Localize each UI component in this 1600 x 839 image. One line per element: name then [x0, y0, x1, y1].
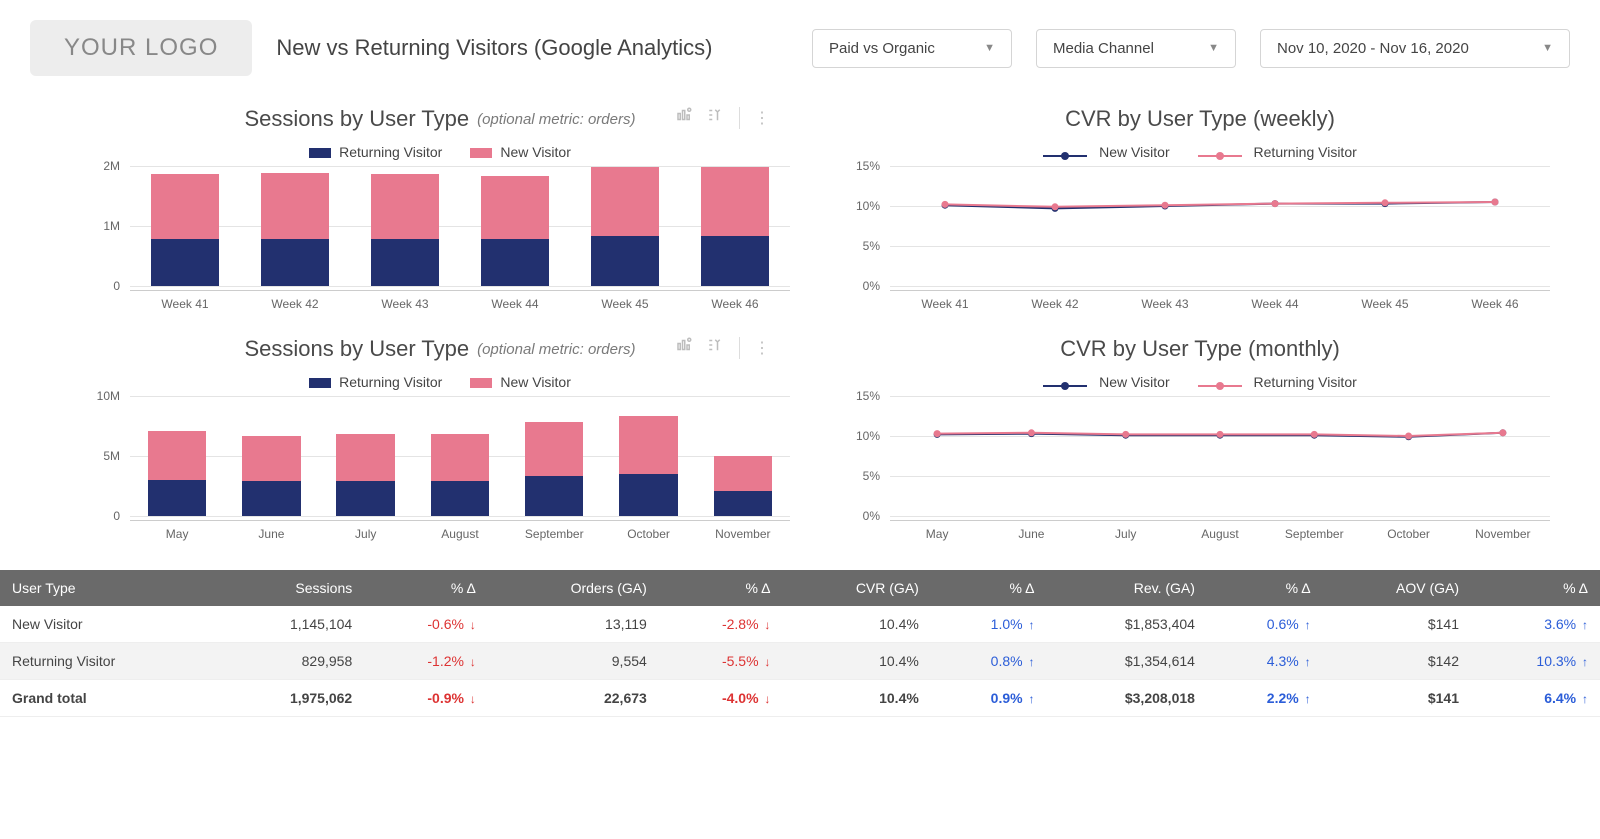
- bar: [336, 434, 394, 516]
- bar-chart-weekly: 01M2M Week 41Week 42Week 43Week 44Week 4…: [80, 166, 800, 316]
- chart-title: CVR by User Type (weekly): [1065, 106, 1335, 132]
- bar: [151, 174, 219, 286]
- table-header: CVR (GA): [782, 570, 930, 606]
- table-header: User Type: [0, 570, 217, 606]
- charts-grid: Sessions by User Type (optional metric: …: [0, 86, 1600, 556]
- chart-cvr-monthly: CVR by User Type (monthly) New Visitor R…: [820, 326, 1580, 556]
- table-header: Orders (GA): [488, 570, 659, 606]
- legend-new: New Visitor: [470, 144, 571, 160]
- bar-chart-monthly: 05M10M MayJuneJulyAugustSeptemberOctober…: [80, 396, 800, 546]
- header: YOUR LOGO New vs Returning Visitors (Goo…: [0, 0, 1600, 86]
- bar: [591, 167, 659, 286]
- separator: [739, 107, 740, 129]
- page-title: New vs Returning Visitors (Google Analyt…: [276, 35, 712, 61]
- legend-new-line: New Visitor: [1043, 144, 1169, 160]
- chart-options-icon[interactable]: [675, 106, 693, 129]
- dropdown-media-channel[interactable]: Media Channel ▼: [1036, 29, 1236, 68]
- legend-new-line: New Visitor: [1043, 374, 1169, 390]
- chart-legend: Returning Visitor New Visitor: [80, 144, 800, 160]
- dropdown-label: Media Channel: [1053, 40, 1154, 57]
- chart-legend: New Visitor Returning Visitor: [840, 374, 1560, 390]
- legend-returning: Returning Visitor: [309, 374, 442, 390]
- table-header: % Δ: [1471, 570, 1600, 606]
- bar: [242, 436, 300, 516]
- bar: [701, 167, 769, 286]
- chart-toolbar: ⋮: [675, 336, 770, 359]
- summary-table: User TypeSessions% ΔOrders (GA)% ΔCVR (G…: [0, 570, 1600, 717]
- chart-title: Sessions by User Type: [245, 106, 470, 132]
- table-header: % Δ: [659, 570, 783, 606]
- dropdown-paid-organic[interactable]: Paid vs Organic ▼: [812, 29, 1012, 68]
- bar: [261, 173, 329, 286]
- table-header: AOV (GA): [1323, 570, 1471, 606]
- table-row: Grand total1,975,062-0.9% ↓22,673-4.0% ↓…: [0, 680, 1600, 717]
- chart-options-icon[interactable]: [675, 336, 693, 359]
- line-chart-weekly: 0%5%10%15%Week 41Week 42Week 43Week 44We…: [840, 166, 1560, 316]
- table-header: Sessions: [217, 570, 364, 606]
- more-icon[interactable]: ⋮: [754, 108, 770, 128]
- bar: [148, 431, 206, 516]
- table-row: Returning Visitor829,958-1.2% ↓9,554-5.5…: [0, 643, 1600, 680]
- chart-legend: New Visitor Returning Visitor: [840, 144, 1560, 160]
- legend-returning-line: Returning Visitor: [1198, 374, 1357, 390]
- logo: YOUR LOGO: [30, 20, 252, 76]
- table-header: Rev. (GA): [1046, 570, 1206, 606]
- sort-icon[interactable]: [707, 336, 725, 359]
- chart-sessions-weekly: Sessions by User Type (optional metric: …: [60, 96, 820, 326]
- legend-new: New Visitor: [470, 374, 571, 390]
- chart-subtitle: (optional metric: orders): [477, 111, 635, 128]
- bar: [431, 434, 489, 516]
- bar: [371, 174, 439, 286]
- legend-returning-line: Returning Visitor: [1198, 144, 1357, 160]
- dropdown-label: Paid vs Organic: [829, 40, 935, 57]
- bar: [481, 176, 549, 286]
- bar: [619, 416, 677, 516]
- chevron-down-icon: ▼: [984, 42, 995, 54]
- sort-icon[interactable]: [707, 106, 725, 129]
- table-row: New Visitor1,145,104-0.6% ↓13,119-2.8% ↓…: [0, 606, 1600, 643]
- line-chart-monthly: 0%5%10%15%MayJuneJulyAugustSeptemberOcto…: [840, 396, 1560, 546]
- more-icon[interactable]: ⋮: [754, 338, 770, 358]
- bar: [714, 456, 772, 516]
- chart-title: CVR by User Type (monthly): [1060, 336, 1340, 362]
- chart-legend: Returning Visitor New Visitor: [80, 374, 800, 390]
- chevron-down-icon: ▼: [1542, 42, 1553, 54]
- chart-title: Sessions by User Type: [245, 336, 470, 362]
- chart-cvr-weekly: CVR by User Type (weekly) New Visitor Re…: [820, 96, 1580, 326]
- chevron-down-icon: ▼: [1208, 42, 1219, 54]
- bar: [525, 422, 583, 516]
- dropdown-label: Nov 10, 2020 - Nov 16, 2020: [1277, 40, 1469, 57]
- dropdown-date-range[interactable]: Nov 10, 2020 - Nov 16, 2020 ▼: [1260, 29, 1570, 68]
- table-header: % Δ: [931, 570, 1047, 606]
- chart-sessions-monthly: Sessions by User Type (optional metric: …: [60, 326, 820, 556]
- chart-toolbar: ⋮: [675, 106, 770, 129]
- chart-subtitle: (optional metric: orders): [477, 341, 635, 358]
- table-header: % Δ: [1207, 570, 1323, 606]
- separator: [739, 337, 740, 359]
- table-header: % Δ: [364, 570, 488, 606]
- legend-returning: Returning Visitor: [309, 144, 442, 160]
